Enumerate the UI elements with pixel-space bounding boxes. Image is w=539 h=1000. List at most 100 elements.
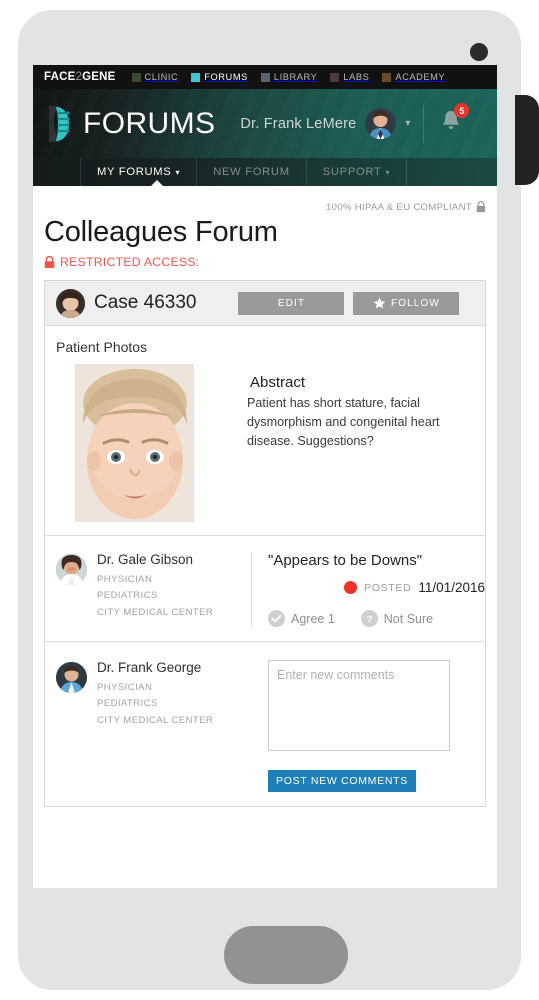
app-link-forums-label: FORUMS [204,72,248,82]
edit-button-label: EDIT [277,297,306,309]
camera-dot-icon [470,43,488,61]
posted-label: POSTED [364,581,412,594]
hipaa-notice: 100% HIPAA & EU COMPLIANT [44,186,486,213]
comment-posted-line: POSTED 11/01/2016 [268,580,485,595]
restricted-access-label: RESTRICTED ACCESS: [60,255,200,269]
header-divider [423,104,425,143]
comment-author-institution: CITY MEDICAL CENTER [97,606,214,618]
user-name: Dr. Frank LeMere [240,115,357,132]
chevron-down-icon: ▾ [385,167,391,177]
labs-swatch-icon [330,72,340,82]
avatar [56,554,87,585]
edit-button[interactable]: EDIT [238,291,345,315]
clinic-swatch-icon [131,72,141,82]
follow-button-label: FOLLOW [391,297,440,309]
notifications-button[interactable]: 5 [440,103,470,138]
face2gene-logo[interactable]: FACE2GENE [44,71,116,83]
subnav-item-my-forums-label: MY FORUMS [97,166,172,178]
chevron-down-icon[interactable]: ▾ [405,118,410,129]
photos-column: Patient Photos [56,339,241,522]
case-card: Case 46330 EDIT FOLLOW Patient Photos Ab… [44,280,486,807]
comment-body: "Appears to be Downs" POSTED 11/01/2016 [252,552,485,627]
subnav-item-support[interactable]: SUPPORT ▾ [307,158,408,186]
star-icon [373,297,386,308]
check-circle-icon [268,610,285,627]
status-dot-icon [344,581,358,594]
chevron-down-icon: ▾ [175,167,181,177]
compose-comment-row: Dr. Frank George PHYSICIAN PEDIATRICS CI… [45,642,485,806]
hipaa-notice-label: 100% HIPAA & EU COMPLIANT [326,201,472,213]
library-swatch-icon [260,72,270,82]
brand-suffix: GENE [82,71,116,83]
avatar [365,108,397,139]
avatar [56,662,87,693]
app-link-labs-label: LABS [343,72,370,82]
lock-closed-icon [44,255,55,268]
forums-header: FORUMS Dr. Frank LeMere ▾ 5 [33,89,497,158]
forums-subnav: MY FORUMS ▾ NEW FORUM SUPPORT ▾ [33,158,497,187]
academy-swatch-icon [382,72,392,82]
user-menu[interactable]: Dr. Frank LeMere ▾ [240,108,410,139]
comment-author-name: Dr. Gale Gibson [97,552,194,567]
power-button[interactable] [515,95,539,185]
posted-date: 11/01/2016 [418,580,485,595]
compose-author-details: Dr. Frank George PHYSICIAN PEDIATRICS CI… [97,660,213,792]
screen: FACE2GENE CLINIC FORUMS LIBRARY LABS ACA… [33,65,497,888]
app-link-academy-label: ACADEMY [395,72,446,82]
page-title: Colleagues Forum [44,216,278,248]
patient-photos-heading: Patient Photos [56,339,148,355]
not-sure-label: Not Sure [383,611,434,626]
agree-button[interactable]: Agree 1 [268,610,335,627]
compose-author-institution: CITY MEDICAL CENTER [97,714,214,726]
head-dna-icon [49,105,70,142]
comment-author: Dr. Gale Gibson PHYSICIAN PEDIATRICS CIT… [56,552,252,627]
abstract-column: Abstract Patient has short stature, faci… [241,339,485,522]
case-title: Case 46330 [94,292,197,313]
subnav-item-support-label: SUPPORT [322,166,382,178]
app-link-clinic-label: CLINIC [144,72,179,82]
compose-author-role: PHYSICIAN [97,682,153,693]
forums-logo-text: FORUMS [83,106,216,140]
app-link-clinic[interactable]: CLINIC [131,72,179,82]
app-link-forums[interactable]: FORUMS [191,72,248,82]
comment-author-specialty: PEDIATRICS [97,590,158,602]
comment-author-details: Dr. Gale Gibson PHYSICIAN PEDIATRICS CIT… [97,552,213,627]
case-avatar [56,288,85,318]
compose-author-name: Dr. Frank George [97,660,202,675]
home-button[interactable] [224,926,348,984]
abstract-text: Patient has short stature, facial dysmor… [247,396,440,449]
compose-column: POST NEW COMMENTS [252,660,485,792]
not-sure-button[interactable]: ? Not Sure [360,610,434,627]
subnav-item-new-forum-label: NEW FORUM [213,166,290,178]
follow-button[interactable]: FOLLOW [353,291,460,315]
forums-swatch-icon [191,72,201,82]
notification-badge: 5 [454,103,470,118]
compose-author-specialty: PEDIATRICS [97,698,158,710]
app-link-library[interactable]: LIBRARY [260,72,318,82]
comment-input[interactable] [268,660,450,751]
question-circle-icon: ? [360,610,378,627]
patient-photos-section: Patient Photos Abstract Patient has shor… [45,326,485,536]
comment-quote: "Appears to be Downs" [268,552,423,569]
comment-author-role: PHYSICIAN [97,574,153,585]
subnav-item-my-forums[interactable]: MY FORUMS ▾ [80,158,198,186]
abstract-heading: Abstract [250,374,306,391]
agree-label: Agree 1 [291,611,335,626]
subnav-item-new-forum[interactable]: NEW FORUM [197,158,307,186]
app-link-academy[interactable]: ACADEMY [382,72,445,82]
post-new-comments-button[interactable]: POST NEW COMMENTS [268,770,416,792]
post-new-comments-label: POST NEW COMMENTS [276,775,408,787]
restricted-access-banner: RESTRICTED ACCESS: [44,255,486,269]
svg-text:?: ? [366,614,372,625]
lock-icon [476,201,486,213]
case-card-header: Case 46330 EDIT FOLLOW [45,281,485,326]
compose-author: Dr. Frank George PHYSICIAN PEDIATRICS CI… [56,660,252,792]
page-body: 100% HIPAA & EU COMPLIANT Colleagues For… [33,186,497,888]
patient-photo[interactable] [75,364,194,522]
app-link-labs[interactable]: LABS [330,72,369,82]
brand-prefix: FACE [44,71,76,83]
comment-reactions: Agree 1 ? Not Sure [268,610,485,627]
global-app-bar: FACE2GENE CLINIC FORUMS LIBRARY LABS ACA… [33,65,497,89]
app-link-library-label: LIBRARY [273,72,318,82]
comment-row: Dr. Gale Gibson PHYSICIAN PEDIATRICS CIT… [45,536,485,642]
